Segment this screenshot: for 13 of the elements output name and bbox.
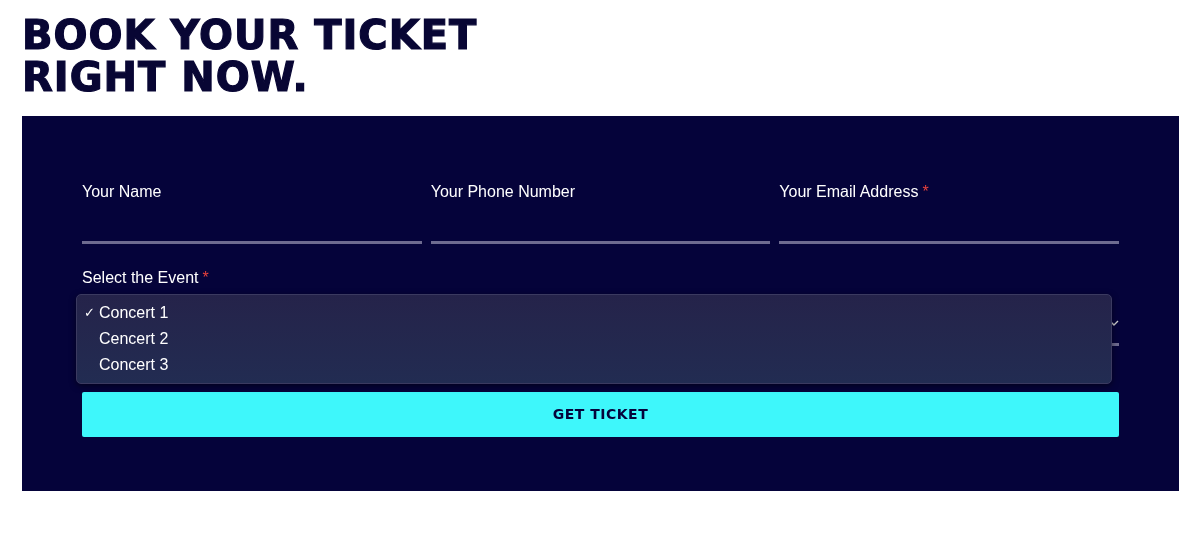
field-label: Your Name [82, 183, 162, 200]
dropdown-option[interactable]: Concert 3 [77, 352, 1111, 378]
required-mark: * [922, 183, 929, 200]
field-label: Your Email Address [779, 183, 919, 200]
page-heading: BOOK YOUR TICKET [22, 14, 479, 56]
get-ticket-button[interactable]: GET TICKET [82, 392, 1119, 437]
field-label: Your Phone Number [430, 183, 576, 200]
check-mark: ✓ [84, 304, 96, 322]
required-mark: * [202, 269, 209, 286]
field-label: Select the Event [82, 269, 199, 286]
dropdown-option[interactable]: Cencert 2 [77, 326, 1111, 352]
dropdown-option[interactable]: ✓ Concert 1 [77, 300, 1111, 326]
page-heading: RIGHT NOW. [22, 56, 310, 98]
